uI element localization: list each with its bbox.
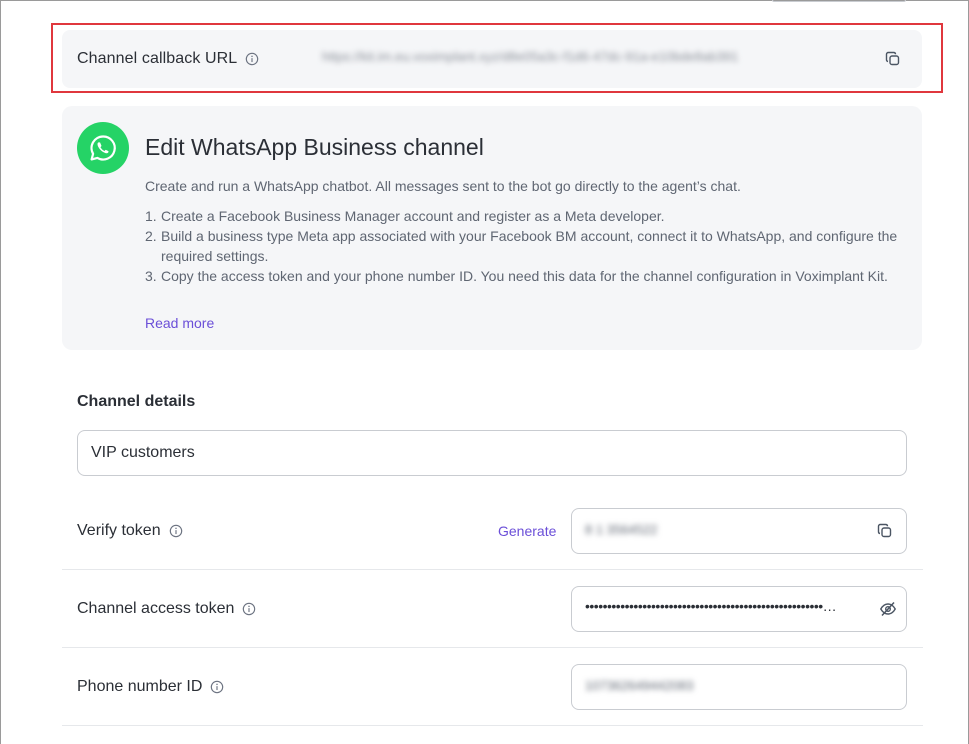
phone-number-id-label: Phone number ID — [77, 648, 224, 726]
channel-name-input[interactable]: VIP customers — [77, 430, 907, 476]
top-button-edge — [772, 0, 906, 2]
info-icon[interactable] — [245, 52, 259, 66]
card-description: Create and run a WhatsApp chatbot. All m… — [145, 178, 741, 194]
phone-number-id-value: 107362649442083 — [585, 678, 694, 693]
channel-details-title: Channel details — [77, 393, 196, 410]
access-token-value: ••••••••••••••••••••••••••••••••••••••••… — [585, 598, 837, 614]
copy-icon[interactable] — [885, 51, 901, 67]
whatsapp-logo-icon — [77, 122, 129, 174]
eye-off-icon[interactable] — [879, 600, 897, 618]
list-item: 2. Build a business type Meta app associa… — [145, 228, 898, 264]
verify-token-label: Verify token — [77, 492, 183, 570]
access-token-input[interactable]: ••••••••••••••••••••••••••••••••••••••••… — [571, 586, 907, 632]
phone-number-id-row: Phone number ID 107362649442083 — [62, 648, 923, 726]
verify-token-row: Verify token Generate 8 1 3564522 — [62, 492, 923, 570]
whatsapp-info-card: Edit WhatsApp Business channel Create an… — [62, 106, 922, 350]
info-icon[interactable] — [242, 602, 256, 616]
read-more-link[interactable]: Read more — [145, 315, 214, 331]
setup-steps-list: 1. Create a Facebook Business Manager acc… — [145, 206, 905, 286]
verify-token-input[interactable]: 8 1 3564522 — [571, 508, 907, 554]
copy-icon[interactable] — [877, 523, 893, 539]
list-item: 3. Copy the access token and your phone n… — [145, 268, 888, 284]
generate-token-button[interactable]: Generate — [498, 492, 556, 570]
callback-url-value: https://kit.im.eu.voximplant.xyz/d8e05a3… — [322, 49, 739, 64]
info-icon[interactable] — [169, 524, 183, 538]
callback-url-label: Channel callback URL — [77, 50, 238, 67]
card-title: Edit WhatsApp Business channel — [145, 134, 484, 160]
access-token-label: Channel access token — [77, 570, 256, 648]
list-item: 1. Create a Facebook Business Manager acc… — [145, 208, 665, 224]
verify-token-value: 8 1 3564522 — [585, 522, 658, 537]
info-icon[interactable] — [210, 680, 224, 694]
access-token-row: Channel access token •••••••••••••••••••… — [62, 570, 923, 648]
phone-number-id-input[interactable]: 107362649442083 — [571, 664, 907, 710]
callback-url-row: Channel callback URL https://kit.im.eu.v… — [62, 30, 922, 88]
